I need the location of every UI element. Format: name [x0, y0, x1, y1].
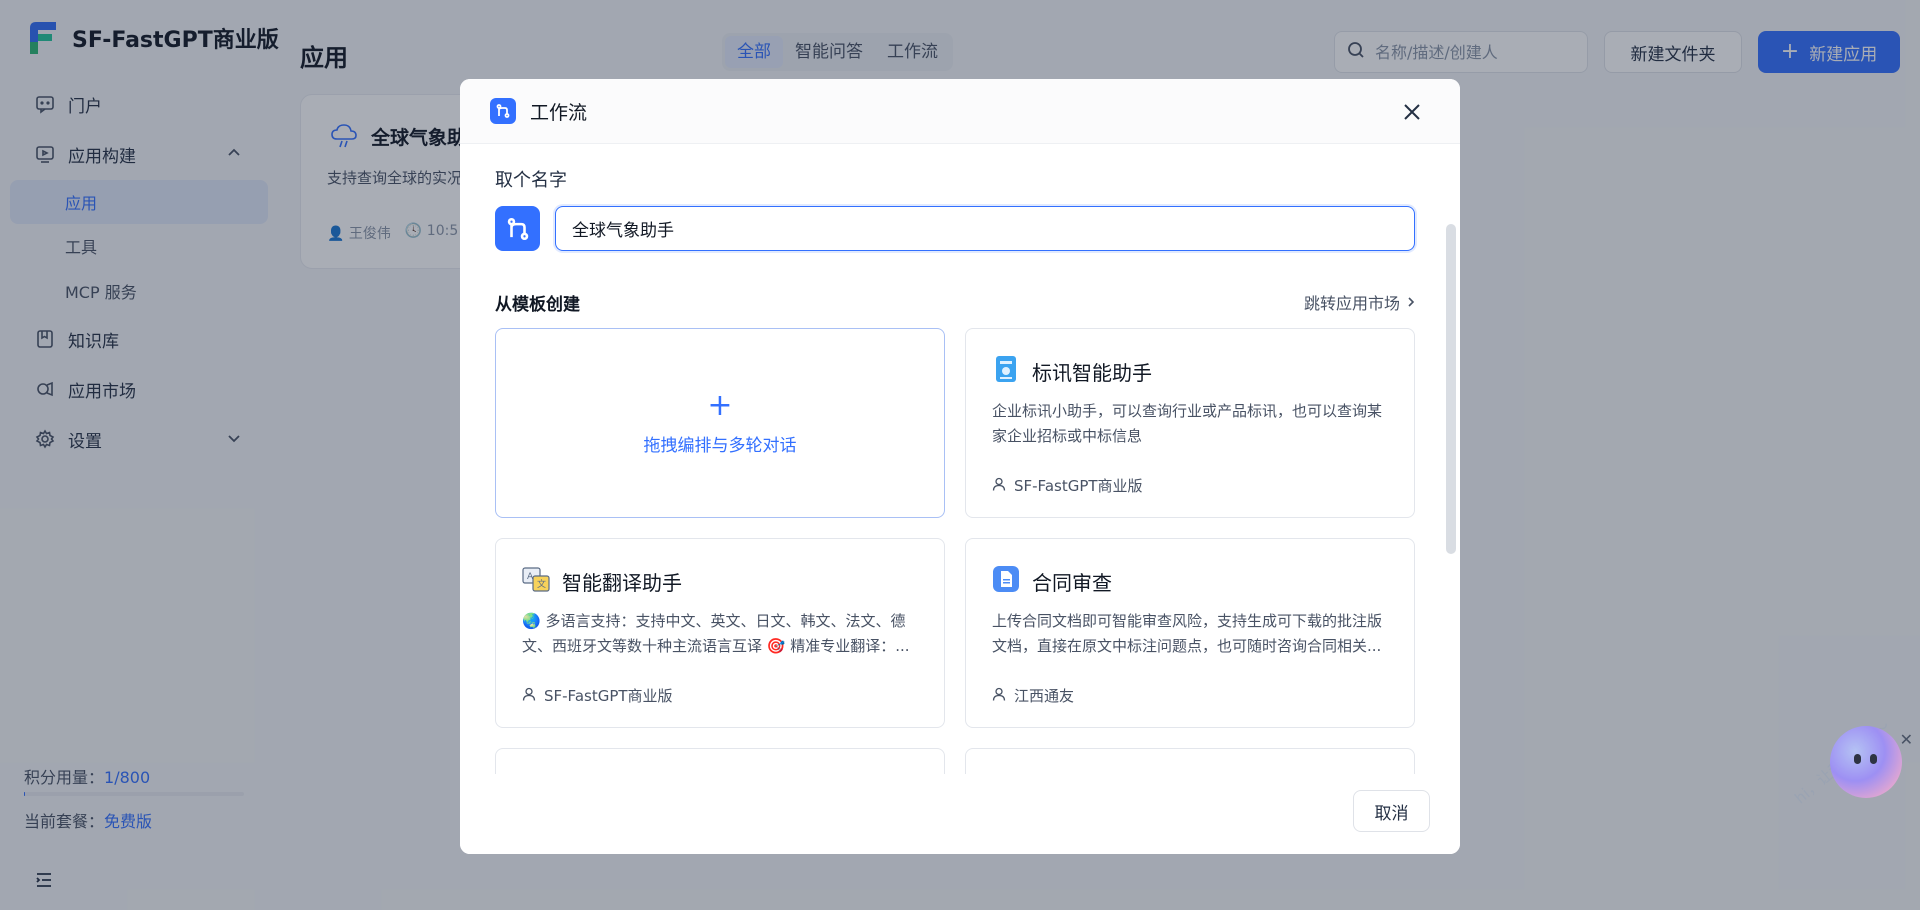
- market-link-label: 跳转应用市场: [1303, 294, 1400, 313]
- contract-doc-icon: [992, 565, 1020, 593]
- modal-title: 工作流: [530, 101, 588, 124]
- author-name: 江西通友: [1014, 687, 1075, 705]
- modal-footer: 取消: [460, 774, 1460, 854]
- create-workflow-modal: 工作流 取个名字 从模板创建 跳转应用市场 + 拖拽编排与多轮对话: [460, 79, 1460, 854]
- author-name: SF-FastGPT商业版: [544, 687, 673, 705]
- template-author: SF-FastGPT商业版: [522, 685, 673, 706]
- template-title: 合同审查: [1032, 571, 1112, 595]
- market-link[interactable]: 跳转应用市场: [1304, 290, 1416, 314]
- user-icon: [522, 687, 536, 705]
- modal-body: 取个名字 从模板创建 跳转应用市场 + 拖拽编排与多轮对话 标讯智能助手 企业标…: [460, 144, 1460, 774]
- blank-workflow-card[interactable]: + 拖拽编排与多轮对话: [495, 328, 945, 518]
- app-avatar-picker[interactable]: [495, 206, 540, 251]
- helper-eye: [1870, 754, 1877, 764]
- template-description: 上传合同文档即可智能审查风险，支持生成可下载的批注版文档，直接在原文中标注问题点…: [992, 612, 1383, 655]
- ai-helper-widget[interactable]: hi，让我帮助你～ ✕: [1790, 700, 1915, 820]
- helper-avatar-icon[interactable]: [1830, 726, 1902, 798]
- user-icon: [992, 477, 1006, 495]
- helper-eye: [1854, 754, 1861, 764]
- plus-icon: +: [707, 387, 733, 423]
- template-author: 江西通友: [992, 685, 1074, 706]
- template-card[interactable]: [495, 748, 945, 774]
- template-card[interactable]: 标讯智能助手 企业标讯小助手，可以查询行业或产品标讯，也可以查询某家企业招标或中…: [965, 328, 1415, 518]
- author-name: SF-FastGPT商业版: [1014, 477, 1143, 495]
- template-description: 🌏 多语言支持：支持中文、英文、日文、韩文、法文、德文、西班牙文等数十种主流语言…: [522, 612, 910, 655]
- document-search-icon: [992, 355, 1020, 383]
- template-card[interactable]: 合同审查 上传合同文档即可智能审查风险，支持生成可下载的批注版文档，直接在原文中…: [965, 538, 1415, 728]
- template-title: 智能翻译助手: [562, 571, 682, 595]
- app-name-input[interactable]: [555, 206, 1415, 251]
- modal-header: 工作流: [460, 79, 1460, 144]
- modal-scrollbar[interactable]: [1446, 224, 1456, 554]
- template-title: 标讯智能助手: [1032, 361, 1152, 385]
- chevron-right-icon: [1406, 293, 1416, 312]
- helper-close-icon[interactable]: ✕: [1900, 730, 1913, 749]
- cancel-button[interactable]: 取消: [1353, 790, 1430, 832]
- template-author: SF-FastGPT商业版: [992, 475, 1143, 496]
- user-icon: [992, 687, 1006, 705]
- templates-heading: 从模板创建: [495, 295, 580, 315]
- svg-text:文: 文: [537, 578, 546, 590]
- translate-icon: A文: [522, 565, 550, 593]
- template-description: 企业标讯小助手，可以查询行业或产品标讯，也可以查询某家企业招标或中标信息: [992, 402, 1383, 445]
- blank-card-label: 拖拽编排与多轮对话: [643, 435, 797, 456]
- workflow-icon: [490, 98, 516, 124]
- template-card[interactable]: [965, 748, 1415, 774]
- template-card[interactable]: A文 智能翻译助手 🌏 多语言支持：支持中文、英文、日文、韩文、法文、德文、西班…: [495, 538, 945, 728]
- close-icon[interactable]: [1400, 100, 1424, 124]
- name-label: 取个名字: [495, 170, 567, 191]
